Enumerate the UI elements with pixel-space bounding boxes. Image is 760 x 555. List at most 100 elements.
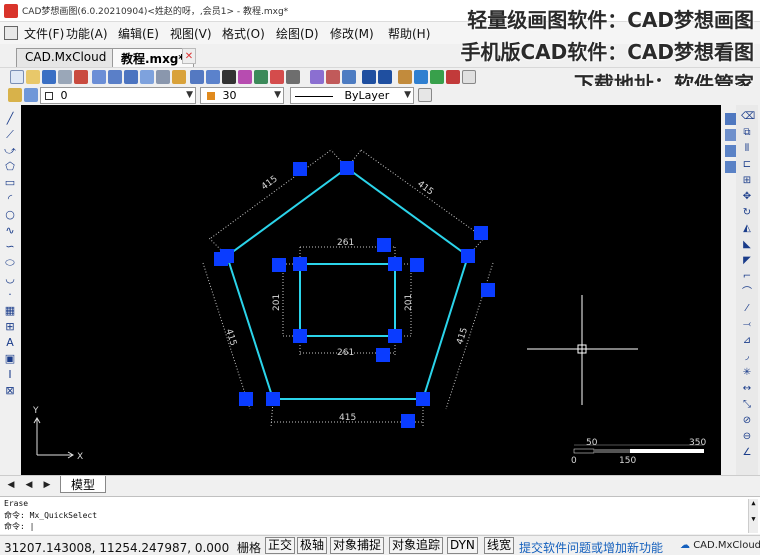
measure-icon[interactable] — [310, 70, 324, 84]
command-scrollbar[interactable]: ▲ ▼ — [748, 499, 758, 533]
layer-select[interactable]: 0 ▼ — [40, 87, 196, 104]
export-icon[interactable] — [430, 70, 444, 84]
join-icon[interactable]: ⤙ — [741, 319, 753, 331]
find-icon[interactable] — [326, 70, 340, 84]
spline-tool-icon[interactable]: ∽ — [4, 241, 16, 253]
new-file-icon[interactable] — [10, 70, 24, 84]
next-tab-icon[interactable]: ▶ — [40, 478, 54, 492]
prev-tab-icon[interactable]: ◀ — [22, 478, 36, 492]
menu-format[interactable]: 格式(O) — [222, 25, 265, 42]
polyline-tool-icon[interactable]: ⤻ — [4, 145, 16, 157]
cut-icon[interactable] — [74, 70, 88, 84]
drawing-canvas[interactable]: 415 415 415 415 415 261 261 201 201 Y X … — [21, 105, 721, 475]
zoom-previous-icon[interactable] — [108, 70, 122, 84]
zoom-in-icon[interactable] — [190, 70, 204, 84]
text-style-icon[interactable] — [286, 70, 300, 84]
match-properties-icon[interactable] — [270, 70, 284, 84]
tab-model[interactable]: 模型 — [60, 476, 107, 493]
properties-icon[interactable] — [238, 70, 252, 84]
grip[interactable] — [401, 414, 415, 428]
ellipse-tool-icon[interactable]: ⬭ — [4, 257, 16, 269]
polygon-tool-icon[interactable]: ⬠ — [4, 161, 16, 173]
status-ortho-toggle[interactable]: 正交 — [265, 537, 296, 554]
block-insert-icon[interactable]: ⊞ — [4, 321, 16, 333]
status-polar-toggle[interactable]: 极轴 — [297, 537, 328, 554]
explode-icon[interactable]: ✳ — [741, 367, 753, 379]
first-tab-icon[interactable]: ◀ — [4, 478, 18, 492]
block-icon[interactable] — [342, 70, 356, 84]
dim-diameter-icon[interactable]: ⊖ — [741, 431, 753, 443]
zoom-out-icon[interactable] — [206, 70, 220, 84]
text-tool-icon[interactable]: A — [4, 337, 16, 349]
menu-help[interactable]: 帮助(H) — [388, 25, 430, 42]
array-icon[interactable]: ⊞ — [741, 175, 753, 187]
dim-linear-icon[interactable]: ↔ — [741, 383, 753, 395]
cloud-tool-icon[interactable]: ∿ — [4, 225, 16, 237]
tab-cad-mxcloud[interactable]: CAD.MxCloud — [16, 48, 116, 67]
zoom-window-icon[interactable] — [92, 70, 106, 84]
status-otrack-toggle[interactable]: 对象追踪 — [389, 537, 444, 554]
grip[interactable] — [474, 226, 488, 240]
command-input[interactable]: 命令: | — [4, 521, 34, 532]
zoom-extents-icon[interactable] — [124, 70, 138, 84]
status-dyn-toggle[interactable]: DYN — [447, 537, 478, 554]
cloud-icon[interactable] — [414, 70, 428, 84]
grip[interactable] — [388, 257, 402, 271]
zoom-all-icon[interactable] — [140, 70, 154, 84]
pdf-icon[interactable] — [446, 70, 460, 84]
grip[interactable] — [481, 283, 495, 297]
open-folder-icon[interactable] — [26, 70, 40, 84]
feedback-link[interactable]: 提交软件问题或增加新功能 — [519, 539, 663, 555]
grip[interactable] — [293, 329, 307, 343]
redo-icon[interactable] — [378, 70, 392, 84]
line-tool-icon[interactable]: ╱ — [4, 113, 16, 125]
lineweight-icon[interactable] — [418, 88, 432, 102]
grip[interactable] — [340, 161, 354, 175]
move-icon[interactable]: ✥ — [741, 191, 753, 203]
linetype-select[interactable]: ByLayer ▼ — [290, 87, 414, 104]
grip[interactable] — [461, 249, 475, 263]
grip[interactable] — [293, 162, 307, 176]
layer-properties-icon[interactable] — [24, 88, 38, 102]
rectangle-shape[interactable] — [299, 263, 396, 337]
grip[interactable] — [377, 238, 391, 252]
grip[interactable] — [214, 252, 228, 266]
status-grid-toggle[interactable]: 栅格 — [237, 541, 261, 555]
grip[interactable] — [266, 392, 280, 406]
rotate-icon[interactable]: ↻ — [741, 207, 753, 219]
grip[interactable] — [410, 258, 424, 272]
tab-close-icon[interactable]: ✕ — [182, 48, 196, 64]
pan-icon[interactable] — [156, 70, 170, 84]
point-tool-icon[interactable]: · — [4, 289, 16, 301]
grip[interactable] — [416, 392, 430, 406]
menu-draw[interactable]: 绘图(D) — [276, 25, 319, 42]
image-insert-icon[interactable]: ▣ — [4, 353, 16, 365]
copy-icon[interactable]: ⧉ — [741, 127, 753, 139]
menu-modify[interactable]: 修改(M) — [330, 25, 374, 42]
chamfer-icon[interactable]: ⊿ — [741, 335, 753, 347]
menu-file[interactable]: 文件(F) — [24, 25, 64, 42]
grip[interactable] — [293, 257, 307, 271]
system-menu-icon[interactable] — [4, 26, 18, 40]
dim-angle-icon[interactable]: ∠ — [741, 447, 753, 459]
grip[interactable] — [272, 258, 286, 272]
mtext-tool-icon[interactable]: Ⅰ — [4, 369, 16, 381]
print-icon[interactable] — [58, 70, 72, 84]
lengthen-icon[interactable]: ◤ — [741, 255, 753, 267]
fillet-icon[interactable]: ◞ — [741, 351, 753, 363]
undo-icon[interactable] — [362, 70, 376, 84]
save-icon[interactable] — [42, 70, 56, 84]
menu-view[interactable]: 视图(V) — [170, 25, 212, 42]
grip[interactable] — [239, 392, 253, 406]
trim-icon[interactable]: ⌐ — [741, 271, 753, 283]
offset-icon[interactable]: ⊏ — [741, 159, 753, 171]
zoom-realtime-icon[interactable] — [172, 70, 186, 84]
mirror-icon[interactable]: ⫴ — [741, 143, 753, 155]
erase-icon[interactable]: ⌫ — [741, 111, 755, 123]
dim-aligned-icon[interactable]: ⤡ — [741, 399, 753, 411]
layer-state-icon[interactable] — [8, 88, 22, 102]
break-icon[interactable]: ⁄ — [741, 303, 753, 315]
rectangle-tool-icon[interactable]: ▭ — [4, 177, 16, 189]
circle-tool-icon[interactable]: ○ — [4, 209, 16, 221]
color-select[interactable]: 30 ▼ — [200, 87, 284, 104]
